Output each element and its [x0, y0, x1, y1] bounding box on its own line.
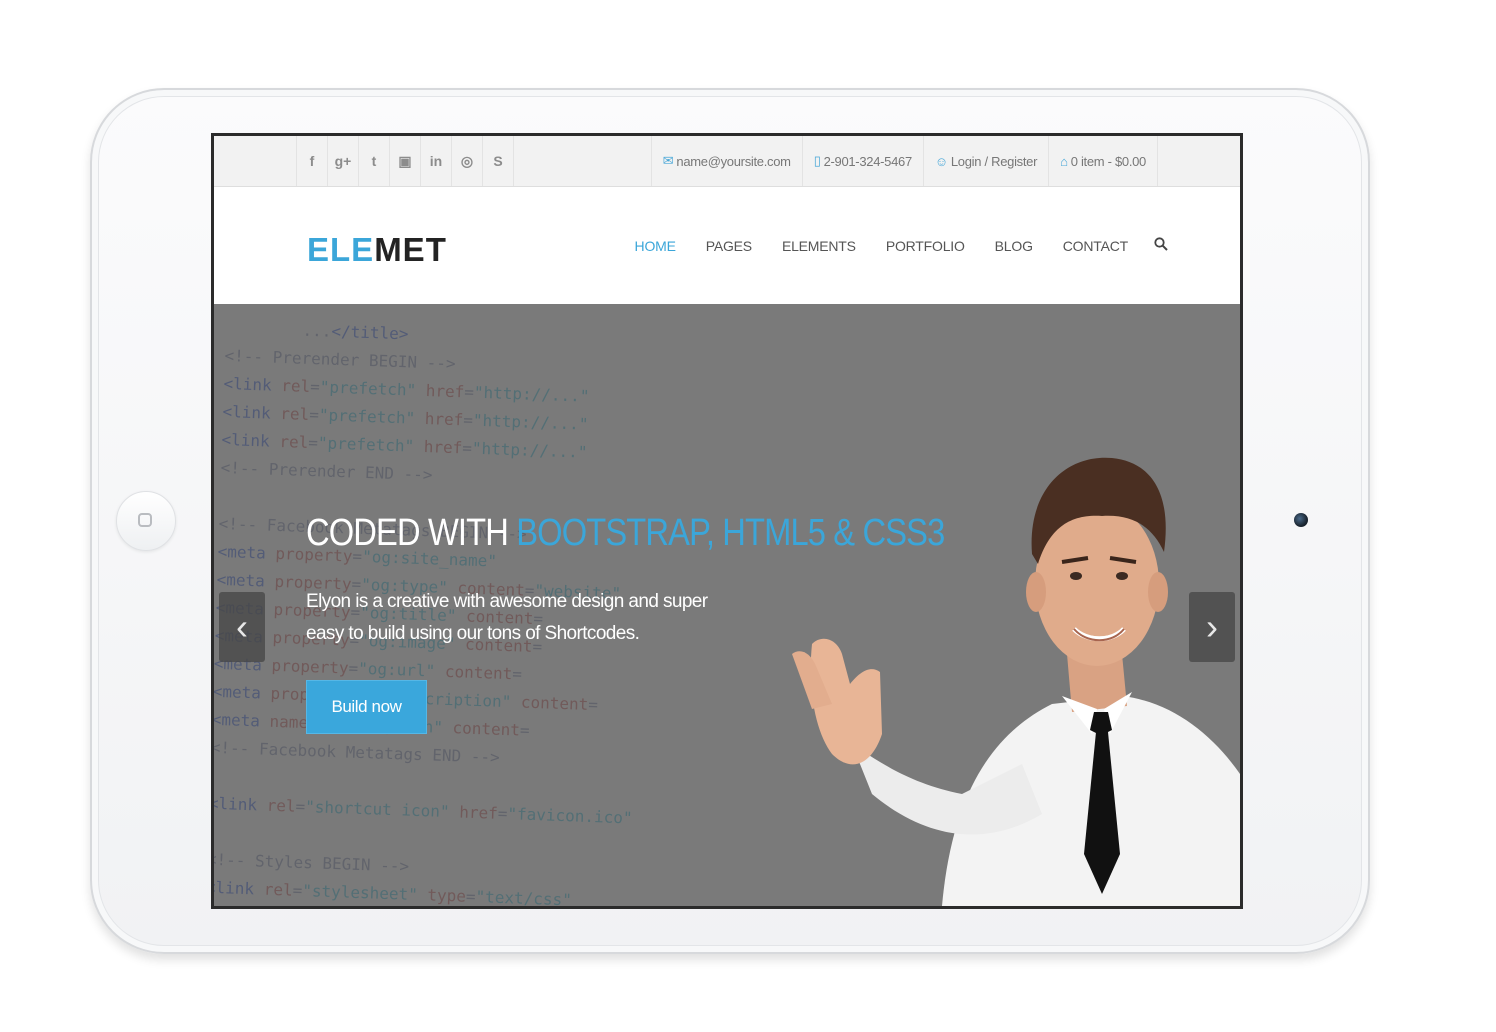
home-button[interactable] — [116, 491, 176, 551]
skype-icon[interactable]: S — [482, 136, 514, 186]
mobile-icon: ▯ — [813, 153, 821, 168]
search-icon[interactable] — [1154, 236, 1168, 255]
phone-text: 2-901-324-5467 — [823, 153, 913, 169]
build-now-button[interactable]: Build now — [306, 680, 427, 734]
nav-item-blog[interactable]: BLOG — [995, 238, 1033, 254]
cart-icon: ⌂ — [1060, 153, 1068, 169]
social-icons: f g+ t ▣ in ◎ S — [296, 136, 514, 186]
contact-links: ✉ name@yoursite.com ▯ 2-901-324-5467 ☺ L… — [650, 136, 1158, 186]
top-bar: f g+ t ▣ in ◎ S ✉ name@yoursite.com ▯ 2-… — [214, 136, 1240, 187]
cart-text: 0 item - $0.00 — [1070, 153, 1147, 169]
hero-headline: CODED WITH BOOTSTRAP, HTML5 & CSS3 — [306, 512, 945, 555]
home-square-icon — [138, 513, 152, 527]
dribbble-icon[interactable]: ◎ — [451, 136, 482, 186]
chevron-left-icon: ‹ — [236, 606, 248, 647]
chevron-right-icon: › — [1206, 606, 1218, 647]
logo-part-2: MET — [374, 231, 447, 268]
cart-link[interactable]: ⌂ 0 item - $0.00 — [1048, 136, 1158, 186]
nav-item-portfolio[interactable]: PORTFOLIO — [886, 238, 965, 254]
site-logo[interactable]: ELEMET — [307, 231, 447, 269]
slider-next-button[interactable]: › — [1189, 592, 1235, 662]
presenter-illustration — [792, 457, 1240, 906]
login-register-link[interactable]: ☺ Login / Register — [922, 136, 1048, 186]
nav-item-elements[interactable]: ELEMENTS — [782, 238, 856, 254]
youtube-icon[interactable]: ▣ — [389, 136, 420, 186]
hero-subtext: Elyon is a creative with awesome design … — [306, 591, 708, 644]
twitter-icon[interactable]: t — [358, 136, 389, 186]
phone-link[interactable]: ▯ 2-901-324-5467 — [801, 136, 923, 186]
camera-icon — [1294, 513, 1308, 527]
headline-accent: BOOTSTRAP, HTML5 & CSS3 — [516, 512, 945, 554]
website-viewport: f g+ t ▣ in ◎ S ✉ name@yoursite.com ▯ 2-… — [214, 136, 1240, 906]
login-text: Login / Register — [950, 153, 1038, 169]
nav-item-home[interactable]: HOME — [635, 238, 676, 254]
envelope-icon: ✉ — [662, 153, 674, 168]
nav-item-contact[interactable]: CONTACT — [1063, 238, 1128, 254]
hero-slider: ...</title> <!-- Prerender BEGIN --> <li… — [214, 304, 1240, 906]
tablet-screen: f g+ t ▣ in ◎ S ✉ name@yoursite.com ▯ 2-… — [211, 133, 1243, 909]
nav-item-pages[interactable]: PAGES — [706, 238, 752, 254]
headline-plain: CODED WITH — [306, 512, 517, 554]
main-navbar: ELEMET HOME PAGES ELEMENTS PORTFOLIO BLO… — [214, 187, 1240, 304]
linkedin-icon[interactable]: in — [420, 136, 451, 186]
email-link[interactable]: ✉ name@yoursite.com — [650, 136, 802, 186]
user-icon: ☺ — [934, 153, 948, 169]
facebook-icon[interactable]: f — [296, 136, 327, 186]
logo-part-1: ELE — [307, 231, 375, 268]
nav-menu: HOME PAGES ELEMENTS PORTFOLIO BLOG CONTA… — [605, 187, 1168, 304]
google-plus-icon[interactable]: g+ — [327, 136, 358, 186]
slider-prev-button[interactable]: ‹ — [219, 592, 265, 662]
email-text: name@yoursite.com — [676, 153, 791, 169]
